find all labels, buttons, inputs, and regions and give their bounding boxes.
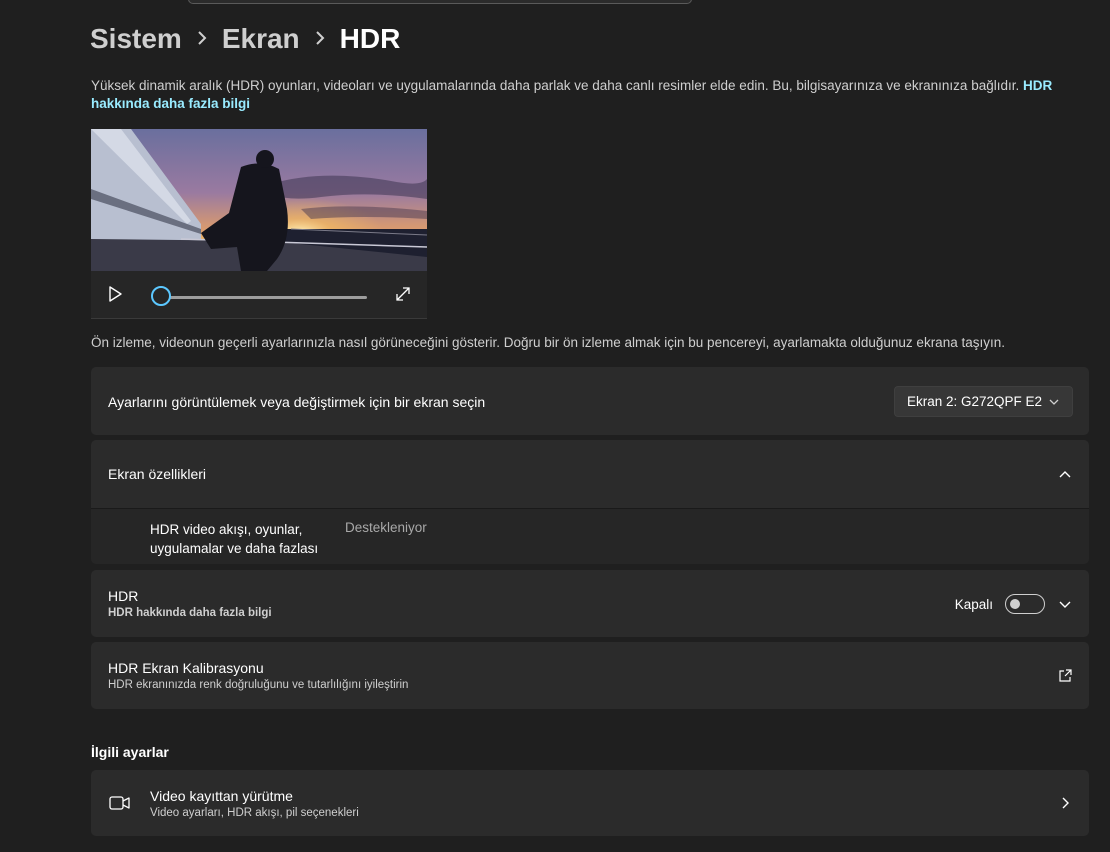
video-controls — [91, 271, 427, 319]
related-video-playback[interactable]: Video kayıttan yürütme Video ayarları, H… — [91, 770, 1089, 836]
related-item-subtitle: Video ayarları, HDR akışı, pil seçenekle… — [150, 807, 359, 819]
related-settings-heading: İlgili ayarlar — [91, 744, 169, 760]
hdr-calibration-card[interactable]: HDR Ekran Kalibrasyonu HDR ekranınızda r… — [91, 642, 1089, 709]
fullscreen-icon[interactable] — [393, 284, 413, 304]
property-value: Destekleniyor — [345, 520, 427, 535]
hdr-preview-video — [91, 129, 427, 271]
chevron-right-icon — [182, 29, 222, 50]
chevron-down-icon[interactable] — [1057, 596, 1073, 612]
intro-text: Yüksek dinamik aralık (HDR) oyunları, vi… — [91, 78, 1020, 93]
search-box-edge[interactable] — [188, 0, 692, 4]
toggle-knob — [1010, 599, 1020, 609]
seek-track[interactable] — [163, 296, 367, 299]
hdr-card: HDR HDR hakkında daha fazla bilgi Kapalı — [91, 570, 1089, 637]
display-properties-header[interactable]: Ekran özellikleri — [91, 440, 1089, 508]
hdr-toggle-label: Kapalı — [954, 597, 993, 612]
page-title: HDR — [339, 23, 401, 54]
play-icon[interactable] — [105, 284, 125, 304]
property-label: HDR video akışı, oyunlar, uygulamalar ve… — [150, 522, 319, 556]
preview-note: Ön izleme, videonun geçerli ayarlarınızl… — [91, 335, 1005, 350]
display-select-card: Ayarlarını görüntülemek veya değiştirmek… — [91, 367, 1089, 435]
external-link-icon[interactable] — [1057, 668, 1073, 684]
display-properties-content: HDR video akışı, oyunlar, uygulamalar ve… — [91, 508, 1089, 564]
related-item-title: Video kayıttan yürütme — [150, 788, 293, 804]
display-select-dropdown[interactable]: Ekran 2: G272QPF E2 — [894, 386, 1073, 417]
hdr-calibration-subtitle: HDR ekranınızda renk doğruluğunu ve tuta… — [108, 679, 409, 691]
display-select-label: Ayarlarını görüntülemek veya değiştirmek… — [108, 394, 486, 410]
seek-thumb[interactable] — [151, 286, 171, 306]
chevron-right-icon — [300, 29, 340, 50]
breadcrumb-ekran[interactable]: Ekran — [222, 23, 300, 55]
hdr-toggle[interactable] — [1005, 594, 1045, 614]
hdr-title: HDR — [108, 588, 139, 604]
display-select-value: Ekran 2: G272QPF E2 — [907, 394, 1043, 409]
hdr-card-learn-more-link[interactable]: HDR hakkında daha fazla bilgi — [108, 607, 272, 619]
video-camera-icon — [109, 795, 131, 811]
breadcrumb-sistem[interactable]: Sistem — [90, 23, 182, 55]
intro-description: Yüksek dinamik aralık (HDR) oyunları, vi… — [91, 77, 1081, 113]
display-properties-title: Ekran özellikleri — [108, 466, 207, 482]
chevron-down-icon — [1048, 396, 1060, 411]
breadcrumb: Sistem Ekran HDR — [90, 20, 400, 58]
chevron-right-icon[interactable] — [1057, 795, 1073, 811]
chevron-up-icon[interactable] — [1057, 466, 1073, 482]
hdr-calibration-title: HDR Ekran Kalibrasyonu — [108, 660, 264, 676]
